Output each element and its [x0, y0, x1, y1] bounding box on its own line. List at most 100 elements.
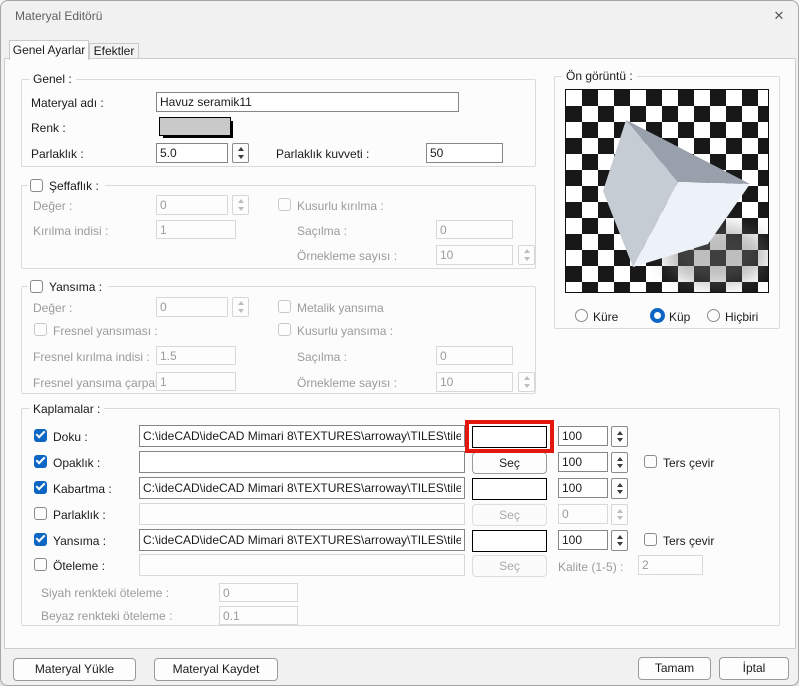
kaplamalar-group-title: Kaplamalar : — [29, 402, 104, 416]
on-goruntu-group-title: Ön görüntü : — [562, 69, 637, 83]
seffaflik-group-title: Şeffaflık : — [49, 179, 99, 193]
oteleme-label: Öteleme : — [53, 559, 105, 573]
kalite-input[interactable] — [638, 555, 703, 575]
renk-label: Renk : — [31, 121, 66, 135]
yansima-ters-cevir-checkbox[interactable] — [644, 533, 657, 546]
kabartma-checkbox[interactable] — [34, 481, 47, 494]
seffaflik-ornekleme-spinner[interactable] — [518, 245, 535, 265]
kirilma-indisi-input[interactable] — [156, 220, 236, 239]
oteleme-checkbox[interactable] — [34, 558, 47, 571]
parlaklik-kuvveti-label: Parlaklık kuvveti : — [276, 147, 369, 161]
radio-kup-label: Küp — [669, 310, 690, 324]
parlaklik-kuvveti-input[interactable] — [426, 143, 503, 163]
fresnel-carpan-input[interactable] — [156, 372, 236, 391]
metalik-yansima-checkbox[interactable] — [278, 300, 291, 313]
tamam-button[interactable]: Tamam — [638, 657, 711, 680]
parlaklik-input[interactable] — [156, 143, 228, 163]
seffaflik-checkbox[interactable] — [30, 179, 43, 192]
metalik-yansima-label: Metalik yansıma — [297, 301, 384, 315]
parlaklik-kaplamalar-checkbox[interactable] — [34, 507, 47, 520]
doku-path-input[interactable] — [139, 425, 465, 447]
window-title: Materyal Editörü — [15, 9, 102, 23]
materyal-editoru-dialog: Materyal Editörü ✕ Genel Ayarlar Efektle… — [0, 0, 799, 686]
opaklik-value-spinner[interactable] — [611, 452, 628, 473]
seffaflik-deger-label: Değer : — [33, 199, 72, 213]
yansima-ornekleme-spinner[interactable] — [518, 372, 535, 392]
seffaflik-deger-input[interactable] — [156, 195, 228, 215]
materyal-kaydet-button[interactable]: Materyal Kaydet — [154, 658, 278, 681]
yansima-sacilma-label: Saçılma : — [297, 350, 347, 364]
opaklik-ters-cevir-checkbox[interactable] — [644, 455, 657, 468]
genel-group-title: Genel : — [29, 72, 76, 86]
yansima-texture-thumbnail-button[interactable] — [472, 530, 547, 552]
parlaklik-sec-button[interactable]: Seç — [472, 504, 547, 526]
iptal-button[interactable]: İptal — [719, 657, 789, 680]
close-icon[interactable]: ✕ — [767, 6, 791, 26]
annotation-highlight-box — [465, 420, 554, 453]
fresnel-carpan-label: Fresnel yansıma çarpanı : — [33, 376, 172, 390]
yansima-deger-input[interactable] — [156, 297, 228, 317]
doku-value-input[interactable] — [558, 426, 608, 446]
kabartma-value-input[interactable] — [558, 478, 608, 498]
seffaflik-sacilma-label: Saçılma : — [297, 224, 347, 238]
yansima-sacilma-input[interactable] — [436, 346, 513, 365]
yansima-checkbox[interactable] — [30, 280, 43, 293]
yansima-value-spinner[interactable] — [611, 530, 628, 551]
seffaflik-ornekleme-label: Örnekleme sayısı : — [297, 249, 397, 263]
yansima-group-header: Yansıma : — [27, 279, 108, 294]
opaklik-sec-button[interactable]: Seç — [472, 452, 547, 474]
parlaklik-value-input[interactable] — [558, 504, 608, 524]
parlaklik-path-input[interactable] — [139, 503, 465, 525]
parlaklik-value-spinner[interactable] — [611, 504, 628, 525]
material-preview-cube — [566, 90, 769, 293]
yansima-value-input[interactable] — [558, 530, 608, 550]
seffaflik-ornekleme-input[interactable] — [436, 245, 513, 265]
kabartma-label: Kabartma : — [53, 482, 112, 496]
yansima-ornekleme-label: Örnekleme sayısı : — [297, 376, 397, 390]
yansima-path-input[interactable] — [139, 529, 465, 551]
kusurlu-kirilma-label: Kusurlu kırılma : — [297, 199, 384, 213]
seffaflik-group-header: Şeffaflık : — [27, 178, 105, 193]
seffaflik-deger-spinner[interactable] — [232, 195, 249, 215]
radio-hicbiri[interactable] — [707, 309, 720, 322]
yansima-ters-cevir-label: Ters çevir — [663, 534, 714, 548]
kalite-label: Kalite (1-5) : — [558, 560, 623, 574]
kusurlu-kirilma-checkbox[interactable] — [278, 198, 291, 211]
materyal-adi-input[interactable] — [156, 92, 459, 112]
doku-label: Doku : — [53, 430, 88, 444]
opaklik-checkbox[interactable] — [34, 455, 47, 468]
fresnel-yansimasi-checkbox[interactable] — [34, 323, 47, 336]
kabartma-texture-thumbnail-button[interactable] — [472, 478, 547, 500]
yansima-kaplamalar-checkbox[interactable] — [34, 533, 47, 546]
radio-kure[interactable] — [575, 309, 588, 322]
tab-efektler[interactable]: Efektler — [89, 43, 139, 58]
beyaz-oteleme-input[interactable] — [219, 606, 298, 625]
doku-value-spinner[interactable] — [611, 426, 628, 447]
radio-kup[interactable] — [650, 308, 665, 323]
parlaklik-label: Parlaklık : — [31, 147, 84, 161]
opaklik-ters-cevir-label: Ters çevir — [663, 456, 714, 470]
kirilma-indisi-label: Kırılma indisi : — [33, 224, 108, 238]
seffaflik-sacilma-input[interactable] — [436, 220, 513, 239]
siyah-oteleme-label: Siyah renkteki öteleme : — [41, 586, 169, 600]
fresnel-kirilma-input[interactable] — [156, 346, 236, 365]
renk-color-swatch[interactable] — [159, 117, 231, 136]
opaklik-path-input[interactable] — [139, 451, 465, 473]
yansima-ornekleme-input[interactable] — [436, 372, 513, 392]
opaklik-value-input[interactable] — [558, 452, 608, 472]
parlaklik-spinner[interactable] — [232, 143, 249, 163]
materyal-yukle-button[interactable]: Materyal Yükle — [13, 658, 136, 681]
oteleme-path-input[interactable] — [139, 554, 465, 576]
kusurlu-yansima-checkbox[interactable] — [278, 323, 291, 336]
parlaklik-kaplamalar-label: Parlaklık : — [53, 508, 106, 522]
materyal-adi-label: Materyal adı : — [31, 96, 104, 110]
kabartma-value-spinner[interactable] — [611, 478, 628, 499]
siyah-oteleme-input[interactable] — [219, 583, 298, 602]
yansima-deger-spinner[interactable] — [232, 297, 249, 317]
beyaz-oteleme-label: Beyaz renkteki öteleme : — [41, 609, 172, 623]
oteleme-sec-button[interactable]: Seç — [472, 555, 547, 577]
tab-genel-ayarlar[interactable]: Genel Ayarlar — [9, 40, 89, 60]
doku-checkbox[interactable] — [34, 429, 47, 442]
fresnel-kirilma-label: Fresnel kırılma indisi : — [33, 350, 150, 364]
kabartma-path-input[interactable] — [139, 477, 465, 499]
